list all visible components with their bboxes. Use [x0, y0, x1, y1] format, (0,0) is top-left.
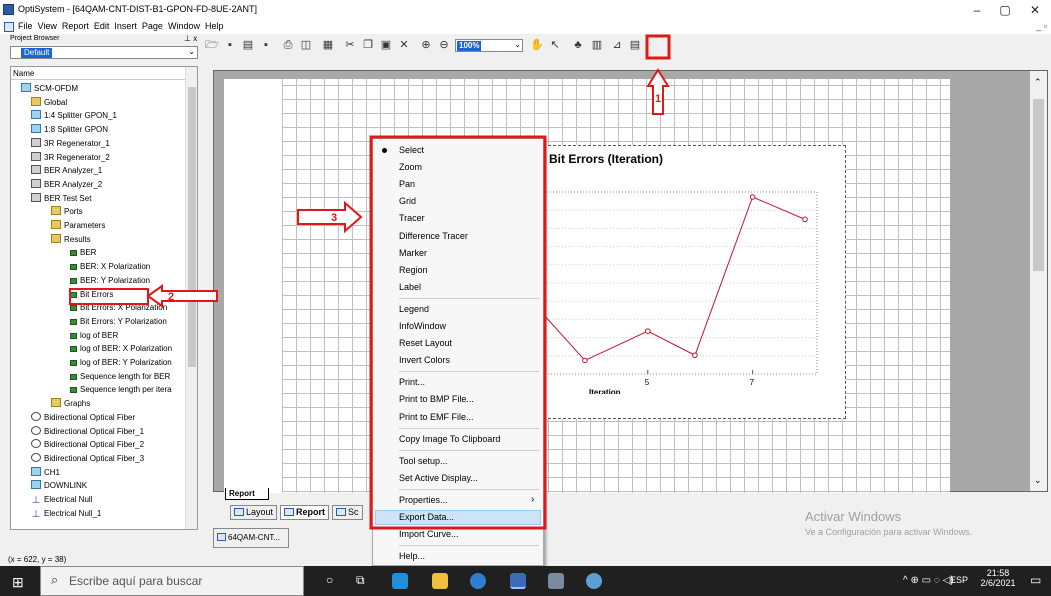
- optisystem-taskbar-icon[interactable]: [510, 573, 526, 589]
- taskbar: ⊞ ⌕ Escribe aquí para buscar ○ ⧉ ^ ⊕ ▭ ◌…: [0, 566, 1051, 596]
- app-icon-3[interactable]: [470, 573, 486, 589]
- annotation-label-2: 2: [168, 291, 174, 303]
- tray-clock[interactable]: 21:58 2/6/2021: [976, 568, 1020, 588]
- annotation-box-1: [645, 34, 671, 60]
- tray-language[interactable]: ESP: [950, 575, 968, 585]
- tray-time: 21:58: [986, 568, 1010, 578]
- annotation-arrow-2: [146, 284, 218, 308]
- annotation-box-3: [369, 135, 547, 530]
- taskbar-search[interactable]: ⌕ Escribe aquí para buscar: [40, 566, 304, 596]
- app-icon-6[interactable]: [586, 573, 602, 589]
- task-view-icon[interactable]: ⧉: [356, 573, 365, 588]
- file-explorer-icon[interactable]: [432, 573, 448, 589]
- tray-date: 2/6/2021: [980, 578, 1016, 588]
- annotation-layer: 1 2 3: [69, 34, 671, 530]
- search-icon: ⌕: [51, 572, 59, 587]
- edge-icon[interactable]: [392, 573, 408, 589]
- tray-icons[interactable]: ^ ⊕ ▭ ◌ ◁): [903, 575, 954, 586]
- search-placeholder: Escribe aquí para buscar: [69, 574, 203, 588]
- annotation-arrow-1: [646, 68, 670, 115]
- annotation-label-3: 3: [331, 212, 337, 224]
- cortana-icon[interactable]: ○: [326, 573, 333, 587]
- annotation-label-1: 1: [655, 93, 661, 105]
- annotation-box-2: [69, 288, 149, 305]
- app-icon-5[interactable]: [548, 573, 564, 589]
- windows-start-icon[interactable]: ⊞: [12, 574, 24, 591]
- notifications-icon[interactable]: ▭: [1030, 573, 1041, 587]
- annotation-arrow-3: [297, 200, 363, 234]
